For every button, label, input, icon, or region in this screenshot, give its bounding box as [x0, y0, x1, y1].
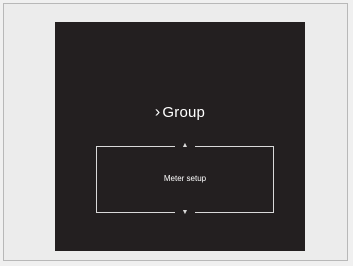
- chevron-right-icon: ›: [154, 103, 161, 121]
- arrow-down-icon[interactable]: ▼: [175, 208, 195, 218]
- arrow-up-icon[interactable]: ▲: [175, 141, 195, 151]
- menu-selection-box[interactable]: ▲ Meter setup ▼: [96, 141, 274, 218]
- display-screen: › Group ▲ Meter setup ▼: [55, 22, 305, 251]
- group-header[interactable]: › Group: [55, 104, 305, 122]
- menu-item-meter-setup[interactable]: Meter setup: [97, 174, 273, 183]
- group-title: Group: [162, 104, 206, 121]
- screenshot-frame: › Group ▲ Meter setup ▼: [3, 3, 348, 261]
